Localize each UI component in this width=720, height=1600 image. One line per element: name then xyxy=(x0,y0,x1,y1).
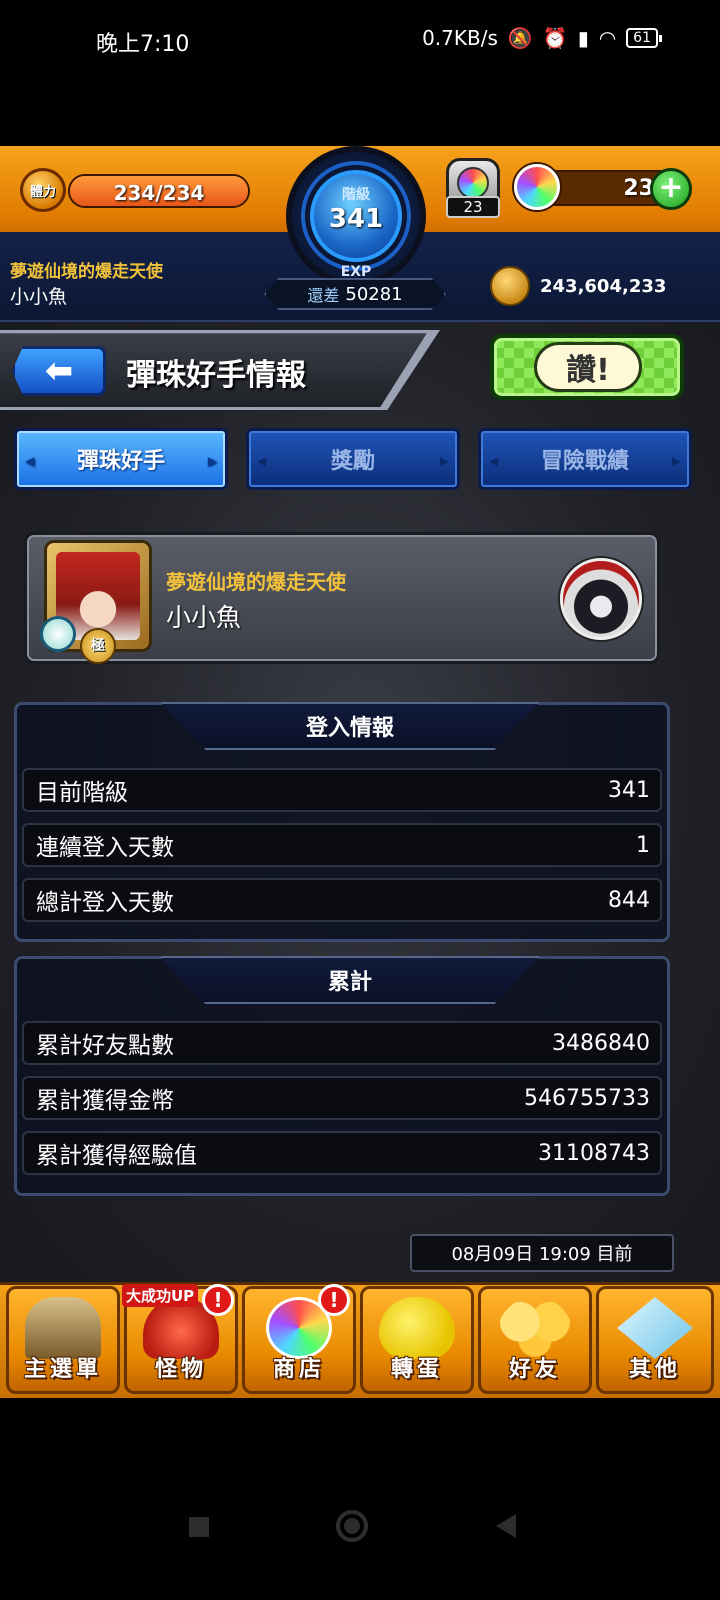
chevron-left-icon: ◀ xyxy=(25,454,35,468)
row-value: 546755733 xyxy=(524,1085,650,1111)
status-bar: 晚上7:10 0.7KB/s 🔕 ⏰ ▮ ◠ 61 xyxy=(0,0,720,80)
nav-friends[interactable]: 好友 xyxy=(478,1286,592,1394)
row-value: 844 xyxy=(608,887,650,913)
profile-avatar[interactable] xyxy=(560,558,642,640)
orb-icon xyxy=(514,164,560,210)
tab-label: 冒險戰績 xyxy=(540,449,629,474)
battery-icon: 61 xyxy=(626,28,662,48)
system-nav-bar xyxy=(0,1398,720,1600)
chevron-right-icon: ▶ xyxy=(439,454,449,468)
wifi-icon: ◠ xyxy=(598,26,617,50)
nav-label: 商店 xyxy=(272,1357,325,1382)
rank-value: 341 xyxy=(328,204,384,234)
tab-label: 彈珠好手 xyxy=(76,449,165,474)
chevron-right-icon: ▶ xyxy=(671,454,681,468)
chevron-right-icon: ▶ xyxy=(207,454,217,468)
balloons-icon xyxy=(497,1297,573,1359)
promo-tag: 大成功UP xyxy=(122,1284,199,1307)
totals-row: 累計獲得金幣 546755733 xyxy=(22,1076,662,1120)
totals-header: 累計 xyxy=(160,956,540,1004)
exp-remaining-prefix: 還差 xyxy=(307,286,340,305)
gacha-ball-icon xyxy=(457,167,489,199)
exp-remaining: 還差 50281 xyxy=(264,278,446,310)
nav-others[interactable]: 其他 xyxy=(596,1286,714,1394)
back-button[interactable]: ⬅ xyxy=(12,346,106,396)
row-label: 總計登入天數 xyxy=(36,890,174,916)
row-value: 3486840 xyxy=(552,1030,650,1056)
row-label: 目前階級 xyxy=(36,780,128,806)
row-value: 1 xyxy=(636,832,650,858)
status-icons: 0.7KB/s 🔕 ⏰ ▮ ◠ 61 xyxy=(422,26,662,50)
card-player-name: 小小魚 xyxy=(166,603,242,632)
nav-gacha[interactable]: 轉蛋 xyxy=(360,1286,474,1394)
like-button-label[interactable]: 讚! xyxy=(534,342,642,392)
question-icon xyxy=(617,1297,693,1359)
gate-icon xyxy=(25,1297,101,1359)
rarity-badge: 極 xyxy=(80,628,116,664)
home-button[interactable] xyxy=(336,1510,368,1542)
nav-label: 怪物 xyxy=(154,1357,207,1382)
login-row: 連續登入天數 1 xyxy=(22,823,662,867)
tab-label: 獎勵 xyxy=(330,449,375,474)
exp-label: EXP xyxy=(340,264,372,280)
player-title: 夢遊仙境的爆走天使 xyxy=(10,262,163,282)
signal-icon: ▮ xyxy=(577,26,589,50)
nav-label: 轉蛋 xyxy=(390,1357,443,1382)
chevron-left-icon: ◀ xyxy=(489,454,499,468)
gacha-count: 23 xyxy=(446,196,500,218)
row-label: 累計好友點數 xyxy=(36,1033,174,1059)
row-label: 連續登入天數 xyxy=(36,835,174,861)
system-back-button[interactable] xyxy=(496,1514,516,1538)
add-orb-button[interactable]: + xyxy=(650,168,692,210)
rank-label: 階級 xyxy=(342,187,370,203)
login-row: 目前階級 341 xyxy=(22,768,662,812)
nav-label: 主選單 xyxy=(23,1357,102,1382)
row-value: 31108743 xyxy=(538,1140,650,1166)
totals-row: 累計好友點數 3486840 xyxy=(22,1021,662,1065)
lotus-badge-icon xyxy=(40,616,76,652)
login-row: 總計登入天數 844 xyxy=(22,878,662,922)
nav-main-menu[interactable]: 主選單 xyxy=(6,1286,120,1394)
row-label: 累計獲得經驗值 xyxy=(36,1143,197,1169)
coin-icon xyxy=(490,266,530,306)
mute-icon: 🔕 xyxy=(507,26,533,50)
exp-remaining-value: 50281 xyxy=(345,283,403,305)
nav-label: 好友 xyxy=(508,1357,561,1382)
row-value: 341 xyxy=(608,777,650,803)
orb-count: 23 xyxy=(623,176,654,201)
coin-value: 243,604,233 xyxy=(540,276,667,297)
tab-adventure-record[interactable]: ◀ 冒險戰績 ▶ xyxy=(478,428,692,490)
player-name: 小小魚 xyxy=(10,286,68,308)
network-speed: 0.7KB/s xyxy=(422,26,498,50)
monster-alert-icon: ! xyxy=(202,1284,234,1316)
totals-row: 累計獲得經驗值 31108743 xyxy=(22,1131,662,1175)
recents-button[interactable] xyxy=(189,1517,209,1537)
egg-icon xyxy=(379,1297,455,1359)
alarm-icon: ⏰ xyxy=(542,26,568,50)
back-arrow-icon: ⬅ xyxy=(44,351,74,391)
timestamp: 08月09日 19:09 目前 xyxy=(410,1234,674,1272)
card-player-title: 夢遊仙境的爆走天使 xyxy=(166,570,346,594)
tab-player[interactable]: ◀ 彈珠好手 ▶ xyxy=(14,428,228,490)
status-time: 晚上7:10 xyxy=(96,32,190,57)
nav-label: 其他 xyxy=(628,1357,681,1382)
chevron-left-icon: ◀ xyxy=(257,454,267,468)
stamina-icon: 體力 xyxy=(20,168,66,212)
login-info-header: 登入情報 xyxy=(160,702,540,750)
stamina-value: 234/234 xyxy=(113,181,205,205)
page-title: 彈珠好手情報 xyxy=(126,358,306,393)
tab-rewards[interactable]: ◀ 獎勵 ▶ xyxy=(246,428,460,490)
row-label: 累計獲得金幣 xyxy=(36,1088,174,1114)
shop-alert-icon: ! xyxy=(318,1284,350,1316)
